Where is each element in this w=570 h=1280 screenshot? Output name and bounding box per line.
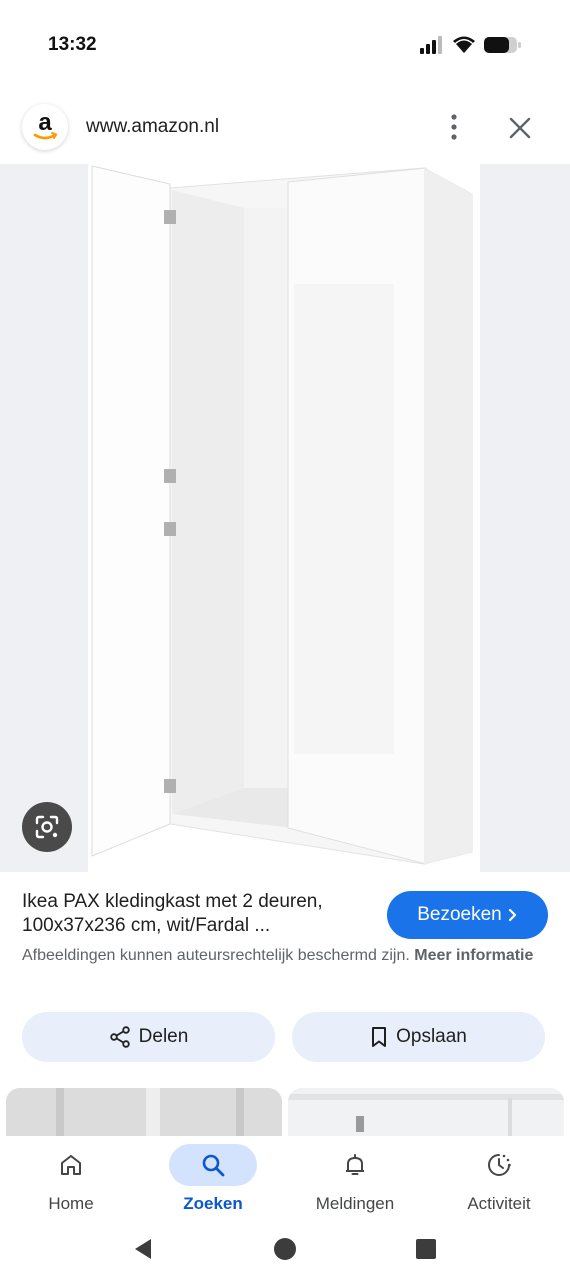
amazon-logo-icon: a <box>33 110 58 140</box>
related-image-graphic <box>6 1088 282 1136</box>
nav-label-home: Home <box>48 1194 94 1213</box>
visit-label: Bezoeken <box>417 904 502 925</box>
close-button[interactable] <box>504 112 536 144</box>
product-image[interactable] <box>0 164 570 872</box>
related-image[interactable] <box>288 1088 564 1136</box>
activity-icon <box>488 1154 511 1176</box>
bookmark-icon <box>372 1027 387 1047</box>
svg-text:a: a <box>38 110 52 136</box>
nav-label-notifications: Meldingen <box>315 1194 395 1213</box>
lens-icon <box>35 815 59 839</box>
lens-search-button[interactable] <box>22 802 72 852</box>
search-icon <box>202 1154 225 1177</box>
close-icon <box>509 117 531 139</box>
back-button[interactable] <box>128 1234 158 1264</box>
site-url[interactable]: www.amazon.nl <box>86 116 219 138</box>
nav-icon-wrap <box>311 1144 399 1186</box>
nav-item-activity[interactable]: Activiteit <box>428 1136 570 1220</box>
status-time: 13:32 <box>48 34 97 55</box>
visit-button[interactable]: Bezoeken <box>387 891 548 939</box>
back-triangle-icon <box>135 1239 151 1259</box>
wardrobe-image <box>88 164 480 872</box>
home-icon <box>61 1155 81 1175</box>
nav-icon-wrap <box>455 1144 543 1186</box>
copyright-notice: Afbeeldingen kunnen auteursrechtelijk be… <box>22 945 542 967</box>
nav-icon-wrap <box>169 1144 257 1186</box>
wifi-icon <box>453 36 475 53</box>
share-label: Delen <box>138 1026 189 1047</box>
save-button[interactable]: Opslaan <box>292 1012 545 1062</box>
more-options-button[interactable] <box>440 110 468 144</box>
bell-icon <box>346 1154 364 1175</box>
recents-square-icon <box>416 1239 436 1259</box>
home-circle-icon <box>274 1238 296 1260</box>
nav-label-search: Zoeken <box>183 1194 243 1213</box>
share-button[interactable]: Delen <box>22 1012 275 1062</box>
related-images <box>0 1088 570 1136</box>
nav-item-search[interactable]: Zoeken <box>142 1136 284 1220</box>
status-bar: 13:32 <box>0 0 570 92</box>
more-info-link[interactable]: Meer informatie <box>414 947 533 964</box>
nav-item-notifications[interactable]: Meldingen <box>284 1136 426 1220</box>
url-bar: a www.amazon.nl <box>0 100 570 156</box>
nav-item-home[interactable]: Home <box>0 1136 142 1220</box>
result-title[interactable]: Ikea PAX kledingkast met 2 deuren, 100x3… <box>22 890 362 938</box>
save-label: Opslaan <box>396 1026 467 1047</box>
related-image[interactable] <box>6 1088 282 1136</box>
battery-icon <box>484 37 521 53</box>
status-icons <box>420 36 522 54</box>
site-logo: a <box>22 104 68 150</box>
home-system-button[interactable] <box>270 1234 300 1264</box>
share-icon <box>109 1026 130 1048</box>
related-image-graphic <box>288 1088 564 1136</box>
bottom-navigation: Home Zoeken Meldingen Activiteit <box>0 1136 570 1220</box>
system-navigation <box>0 1220 570 1280</box>
signal-icon <box>420 36 442 54</box>
chevron-right-icon <box>508 908 516 922</box>
more-vert-icon <box>451 114 457 140</box>
copyright-text: Afbeeldingen kunnen auteursrechtelijk be… <box>22 947 410 964</box>
recents-button[interactable] <box>411 1234 441 1264</box>
nav-icon-wrap <box>27 1144 115 1186</box>
nav-label-activity: Activiteit <box>467 1194 531 1213</box>
